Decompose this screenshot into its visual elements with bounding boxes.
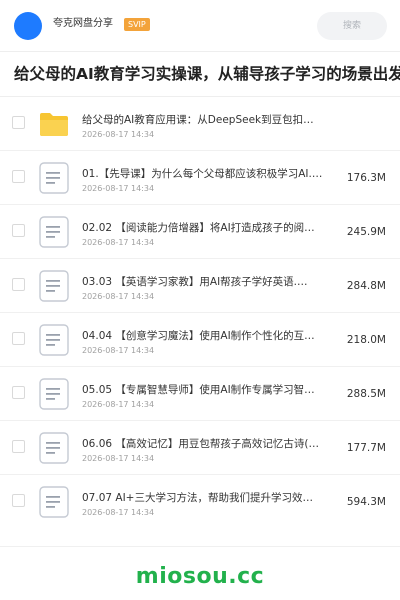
file-size: 284.8M [346,280,386,292]
file-size: 218.0M [346,334,386,346]
document-icon [39,216,69,248]
row-checkbox[interactable] [12,332,25,345]
file-date: 2026-08-17 14:34 [82,508,155,517]
list-item[interactable]: 给父母的AI教育应用课：从DeepSeek到豆包扣… 2026-08-17 14… [0,97,400,151]
row-checkbox[interactable] [12,386,25,399]
list-item[interactable]: 04.04 【创意学习魔法】使用AI制作个性化的互… 2026-08-17 14… [0,313,400,367]
search-input[interactable]: 搜索 [317,12,387,40]
file-date: 2026-08-17 14:34 [82,292,155,301]
document-icon [39,378,69,410]
list-item[interactable]: 03.03 【英语学习家教】用AI帮孩子学好英语.… 2026-08-17 14… [0,259,400,313]
file-name[interactable]: 01.【先导课】为什么每个父母都应该积极学习AI.… [82,167,332,181]
page-title: 给父母的AI教育学习实操课，从辅导孩子学习的场景出发， [14,65,400,83]
file-date: 2026-08-17 14:34 [82,400,155,409]
folder-icon [40,113,68,136]
file-name[interactable]: 05.05 【专属智慧导师】使用AI制作专属学习智… [82,383,332,397]
row-checkbox[interactable] [12,170,25,183]
file-size: 288.5M [346,388,386,400]
file-name[interactable]: 02.02 【阅读能力倍增器】将AI打造成孩子的阅… [82,221,332,235]
row-checkbox[interactable] [12,494,25,507]
document-icon [39,324,69,356]
file-name[interactable]: 给父母的AI教育应用课：从DeepSeek到豆包扣… [82,113,332,127]
share-page: 夸克网盘分享 SVIP 搜索 给父母的AI教育学习实操课，从辅导孩子学习的场景出… [0,0,400,600]
document-icon [39,432,69,464]
row-checkbox[interactable] [12,224,25,237]
file-size: 176.3M [346,172,386,184]
file-size: 177.7M [346,442,386,454]
document-icon [39,486,69,518]
file-size: 594.3M [346,496,386,508]
file-date: 2026-08-17 14:34 [82,184,155,193]
avatar[interactable] [14,12,42,40]
file-name[interactable]: 04.04 【创意学习魔法】使用AI制作个性化的互… [82,329,332,343]
top-bar: 夸克网盘分享 SVIP 搜索 [0,0,400,52]
file-date: 2026-08-17 14:34 [82,346,155,355]
file-name[interactable]: 06.06 【高效记忆】用豆包帮孩子高效记忆古诗(… [82,437,332,451]
file-date: 2026-08-17 14:34 [82,130,155,139]
list-item[interactable]: 05.05 【专属智慧导师】使用AI制作专属学习智… 2026-08-17 14… [0,367,400,421]
list-item[interactable]: 02.02 【阅读能力倍增器】将AI打造成孩子的阅… 2026-08-17 14… [0,205,400,259]
list-item[interactable]: 01.【先导课】为什么每个父母都应该积极学习AI.… 2026-08-17 14… [0,151,400,205]
list-item[interactable]: 07.07 AI+三大学习方法，帮助我们提升学习效… 2026-08-17 14… [0,475,400,529]
divider [0,546,400,547]
row-checkbox[interactable] [12,116,25,129]
row-checkbox[interactable] [12,440,25,453]
document-icon [39,162,69,194]
file-name[interactable]: 03.03 【英语学习家教】用AI帮孩子学好英语.… [82,275,332,289]
file-size: 245.9M [346,226,386,238]
file-date: 2026-08-17 14:34 [82,454,155,463]
file-name[interactable]: 07.07 AI+三大学习方法，帮助我们提升学习效… [82,491,332,505]
watermark-logo: miosou.cc [135,564,265,589]
row-checkbox[interactable] [12,278,25,291]
list-item[interactable]: 06.06 【高效记忆】用豆包帮孩子高效记忆古诗(… 2026-08-17 14… [0,421,400,475]
svip-badge: SVIP [124,18,150,31]
file-date: 2026-08-17 14:34 [82,238,155,247]
document-icon [39,270,69,302]
sharer-name: 夸克网盘分享 [53,18,113,29]
